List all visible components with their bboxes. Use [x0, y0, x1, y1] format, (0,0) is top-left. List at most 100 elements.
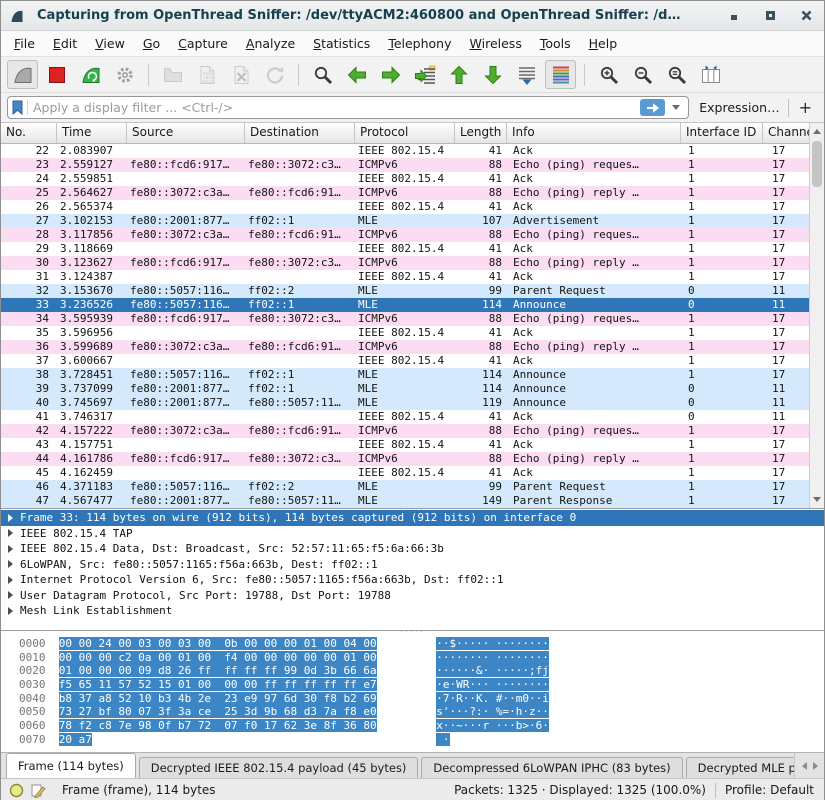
- menu-go[interactable]: Go: [134, 32, 169, 55]
- packet-row[interactable]: 313.124387IEEE 802.15.441Ack117: [1, 270, 811, 284]
- expander-triangle-icon[interactable]: [8, 607, 13, 615]
- zoom-in-button[interactable]: [593, 60, 624, 89]
- hex-line[interactable]: 0040 b8 37 a8 52 10 b3 4b 2e 23 e9 97 6d…: [19, 692, 824, 706]
- tab-scroll-left-icon[interactable]: [802, 762, 807, 770]
- menu-file[interactable]: File: [5, 32, 44, 55]
- menu-help[interactable]: Help: [580, 32, 627, 55]
- status-profile-text[interactable]: Profile: Default: [725, 783, 814, 797]
- tab-scroll-right-icon[interactable]: [813, 762, 818, 770]
- scroll-down-button[interactable]: [810, 492, 824, 507]
- column-header-source[interactable]: Source: [127, 123, 245, 143]
- hex-bytes[interactable]: 20 a7: [59, 733, 92, 746]
- expression-button[interactable]: Expression…: [689, 100, 787, 115]
- hex-bytes[interactable]: 73 27 bf 80 07 3f 3a ce 25 3d 9b 68 d3 7…: [59, 705, 377, 718]
- packet-row[interactable]: 363.599689fe80::3072:c3a…fe80::fcd6:91…I…: [1, 340, 811, 354]
- zoom-reset-button[interactable]: [661, 60, 692, 89]
- capture-stop-button[interactable]: [41, 60, 72, 89]
- packet-row[interactable]: 424.157222fe80::3072:c3a…fe80::fcd6:91…I…: [1, 424, 811, 438]
- hex-bytes[interactable]: 78 f2 c8 7e 98 0f b7 72 07 f0 17 62 3e 8…: [59, 719, 377, 732]
- menu-edit[interactable]: Edit: [44, 32, 86, 55]
- column-header-destination[interactable]: Destination: [245, 123, 355, 143]
- go-forward-button[interactable]: [375, 60, 406, 89]
- go-first-button[interactable]: [443, 60, 474, 89]
- scroll-up-button[interactable]: [810, 124, 824, 139]
- detail-line[interactable]: IEEE 802.15.4 TAP: [1, 526, 824, 542]
- column-header-channel[interactable]: Channel: [763, 123, 811, 143]
- hex-bytes[interactable]: 01 00 00 00 09 d8 26 ff ff ff ff 99 0d 3…: [59, 664, 377, 677]
- detail-line[interactable]: Internet Protocol Version 6, Src: fe80::…: [1, 572, 824, 588]
- menu-analyze[interactable]: Analyze: [237, 32, 304, 55]
- expander-triangle-icon[interactable]: [8, 545, 13, 553]
- capture-comment-icon[interactable]: [31, 783, 47, 798]
- menu-capture[interactable]: Capture: [169, 32, 237, 55]
- hex-ascii[interactable]: x··~···r ···b>·6·: [436, 719, 549, 732]
- packet-row[interactable]: 413.746317IEEE 802.15.441Ack011: [1, 410, 811, 424]
- splitter-handle[interactable]: ·····: [400, 508, 424, 513]
- splitter-handle[interactable]: ·····: [400, 630, 424, 635]
- packet-row[interactable]: 222.083907IEEE 802.15.441Ack117: [1, 144, 811, 158]
- column-header-protocol[interactable]: Protocol: [355, 123, 455, 143]
- hex-line[interactable]: 0020 01 00 00 00 09 d8 26 ff ff ff ff 99…: [19, 664, 824, 678]
- packet-row[interactable]: 283.117856fe80::3072:c3a…fe80::fcd6:91…I…: [1, 228, 811, 242]
- packet-row[interactable]: 323.153670fe80::5057:116…ff02::2MLE99Par…: [1, 284, 811, 298]
- packet-row[interactable]: 262.565374IEEE 802.15.441Ack117: [1, 200, 811, 214]
- hex-bytes[interactable]: f5 65 11 57 52 15 01 00 00 00 ff ff ff f…: [59, 678, 377, 691]
- packet-row[interactable]: 373.600667IEEE 802.15.441Ack117: [1, 354, 811, 368]
- column-header-no[interactable]: No.: [1, 123, 57, 143]
- hex-line[interactable]: 0060 78 f2 c8 7e 98 0f b7 72 07 f0 17 62…: [19, 719, 824, 733]
- hex-ascii[interactable]: ·7·R··K. #··m0··i: [436, 692, 549, 705]
- filter-history-caret[interactable]: [672, 105, 680, 110]
- expander-triangle-icon[interactable]: [8, 560, 13, 568]
- hex-ascii[interactable]: ········ ········: [436, 651, 549, 664]
- hex-ascii[interactable]: ·: [436, 733, 449, 746]
- packet-row[interactable]: 242.559851IEEE 802.15.441Ack117: [1, 172, 811, 186]
- packet-row[interactable]: 273.102153fe80::2001:877…ff02::1MLE107Ad…: [1, 214, 811, 228]
- detail-line[interactable]: Mesh Link Establishment: [1, 603, 824, 619]
- expander-triangle-icon[interactable]: [8, 576, 13, 584]
- byte-view-tab[interactable]: Frame (114 bytes): [6, 753, 136, 778]
- packet-row[interactable]: 333.236526fe80::5057:116…ff02::1MLE114An…: [1, 298, 811, 312]
- go-back-button[interactable]: [341, 60, 372, 89]
- hex-line[interactable]: 0070 20 a7 ·: [19, 733, 824, 747]
- packet-row[interactable]: 252.564627fe80::3072:c3a…fe80::fcd6:91…I…: [1, 186, 811, 200]
- expander-triangle-icon[interactable]: [8, 591, 13, 599]
- packet-row[interactable]: 393.737099fe80::2001:877…ff02::1MLE114An…: [1, 382, 811, 396]
- hex-ascii[interactable]: ·e·WR··· ········: [436, 678, 549, 691]
- column-header-time[interactable]: Time: [57, 123, 127, 143]
- find-packet-button[interactable]: [307, 60, 338, 89]
- detail-line[interactable]: 6LoWPAN, Src: fe80::5057:1165:f56a:663b,…: [1, 557, 824, 573]
- menu-view[interactable]: View: [86, 32, 134, 55]
- hex-line[interactable]: 0030 f5 65 11 57 52 15 01 00 00 00 ff ff…: [19, 678, 824, 692]
- packet-row[interactable]: 293.118669IEEE 802.15.441Ack117: [1, 242, 811, 256]
- minimize-button[interactable]: [728, 10, 740, 22]
- column-header-info[interactable]: Info: [507, 123, 681, 143]
- hex-bytes[interactable]: 00 00 24 00 03 00 03 00 0b 00 00 00 01 0…: [59, 637, 377, 650]
- capture-options-button[interactable]: [109, 60, 140, 89]
- byte-view-tab[interactable]: Decrypted IEEE 802.15.4 payload (45 byte…: [139, 757, 419, 778]
- filter-apply-button[interactable]: [640, 99, 665, 116]
- colorize-button[interactable]: [545, 60, 576, 89]
- zoom-out-button[interactable]: [627, 60, 658, 89]
- menu-telephony[interactable]: Telephony: [379, 32, 460, 55]
- packet-row[interactable]: 434.157751IEEE 802.15.441Ack117: [1, 438, 811, 452]
- hex-bytes[interactable]: 00 00 00 c2 0a 00 01 00 f4 00 00 00 00 0…: [59, 651, 377, 664]
- byte-view-tab[interactable]: Decompressed 6LoWPAN IPHC (83 bytes): [421, 757, 682, 778]
- expander-triangle-icon[interactable]: [8, 529, 13, 537]
- go-to-packet-button[interactable]: [409, 60, 440, 89]
- column-header-length[interactable]: Length: [455, 123, 507, 143]
- capture-restart-button[interactable]: [75, 60, 106, 89]
- display-filter-input[interactable]: Apply a display filter ... <Ctrl-/>: [7, 96, 689, 119]
- hex-ascii[interactable]: s'···?:· %=·h·z··: [436, 705, 549, 718]
- menu-statistics[interactable]: Statistics: [304, 32, 379, 55]
- packet-row[interactable]: 353.596956IEEE 802.15.441Ack117: [1, 326, 811, 340]
- packet-list-scrollbar[interactable]: [809, 123, 824, 508]
- filter-add-button[interactable]: +: [789, 98, 816, 117]
- hex-line[interactable]: 0010 00 00 00 c2 0a 00 01 00 f4 00 00 00…: [19, 651, 824, 665]
- packet-row[interactable]: 303.123627fe80::fcd6:917…fe80::3072:c3…I…: [1, 256, 811, 270]
- hex-ascii[interactable]: ······&· ·····;fj: [436, 664, 549, 677]
- packet-row[interactable]: 444.161786fe80::fcd6:917…fe80::3072:c3…I…: [1, 452, 811, 466]
- column-header-interface-id[interactable]: Interface ID: [681, 123, 763, 143]
- close-button[interactable]: [800, 10, 812, 22]
- packet-row[interactable]: 383.728451fe80::5057:116…ff02::1MLE114An…: [1, 368, 811, 382]
- scrollbar-thumb[interactable]: [812, 141, 822, 187]
